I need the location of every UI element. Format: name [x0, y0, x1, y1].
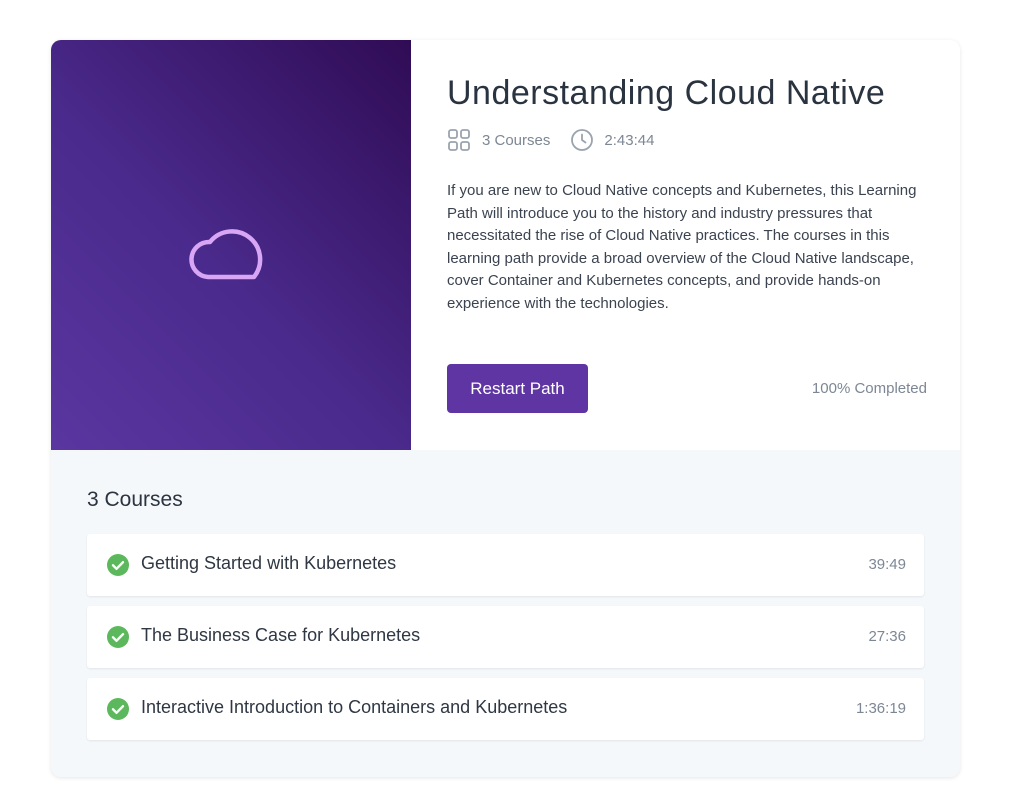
courses-heading: 3 Courses — [87, 488, 183, 511]
course-title: Getting Started with Kubernetes — [141, 553, 397, 573]
path-header: Understanding Cloud Native 3 Courses 2:4… — [51, 40, 960, 450]
learning-path-card: Understanding Cloud Native 3 Courses 2:4… — [51, 40, 960, 777]
page-title: Understanding Cloud Native — [447, 74, 886, 112]
course-duration: 27:36 — [868, 628, 906, 645]
check-circle-icon — [107, 626, 129, 648]
path-meta: 3 Courses 2:43:44 — [447, 128, 654, 152]
completion-status: 100% Completed — [811, 380, 927, 397]
check-circle-icon — [107, 554, 129, 576]
restart-path-button[interactable]: Restart Path — [447, 364, 588, 413]
course-title: The Business Case for Kubernetes — [141, 625, 421, 645]
course-title: Interactive Introduction to Containers a… — [141, 697, 568, 717]
courses-count: 3 Courses — [482, 131, 551, 149]
path-duration: 2:43:44 — [604, 131, 655, 149]
course-item[interactable]: The Business Case for Kubernetes 27:36 — [87, 606, 924, 668]
course-duration: 1:36:19 — [855, 700, 906, 717]
course-item[interactable]: Interactive Introduction to Containers a… — [87, 678, 924, 740]
cloud-icon — [189, 229, 263, 280]
check-circle-icon — [107, 698, 129, 720]
grid-icon — [448, 129, 470, 151]
course-duration: 39:49 — [868, 556, 906, 573]
path-description: If you are new to Cloud Native concepts … — [447, 182, 917, 312]
course-item[interactable]: Getting Started with Kubernetes 39:49 — [87, 534, 924, 596]
path-hero-image — [51, 40, 411, 450]
clock-icon — [571, 129, 594, 151]
